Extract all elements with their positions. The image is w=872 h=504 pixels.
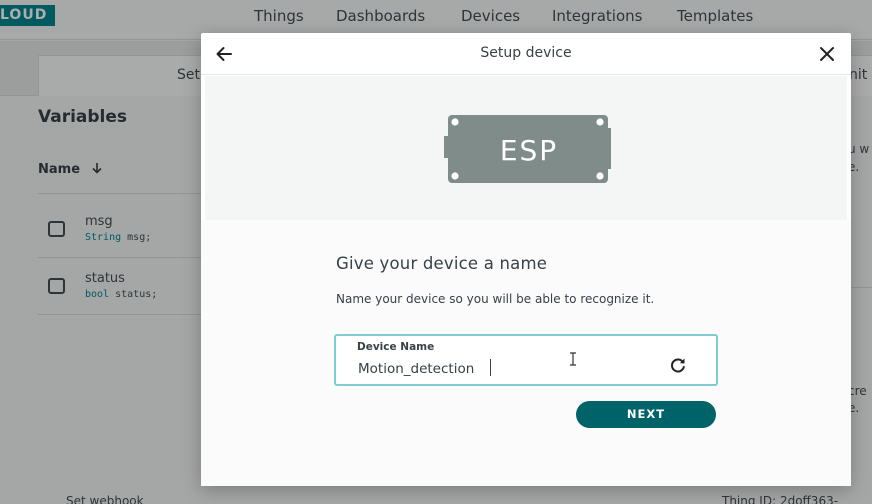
dialog-title: Setup device xyxy=(480,45,572,61)
dialog-content: Give your device a name Name your device… xyxy=(201,220,851,486)
close-icon xyxy=(820,47,834,61)
board-label: ESP xyxy=(500,134,558,167)
dialog-header: Setup device xyxy=(201,33,851,75)
device-name-input[interactable] xyxy=(358,359,658,379)
setup-device-dialog: Setup device ESP Give your device a name… xyxy=(201,33,851,486)
name-description: Name your device so you will be able to … xyxy=(336,292,655,306)
refresh-icon[interactable] xyxy=(669,356,687,374)
text-caret xyxy=(490,359,491,376)
close-button[interactable] xyxy=(817,44,837,64)
esp-board-illustration: ESP xyxy=(444,115,611,183)
next-button[interactable]: NEXT xyxy=(576,401,716,428)
device-name-field[interactable]: Device Name xyxy=(334,334,718,386)
device-illustration-area: ESP xyxy=(205,76,847,220)
text-cursor-icon xyxy=(570,352,576,366)
name-heading: Give your device a name xyxy=(336,254,548,273)
device-name-label: Device Name xyxy=(357,341,435,353)
